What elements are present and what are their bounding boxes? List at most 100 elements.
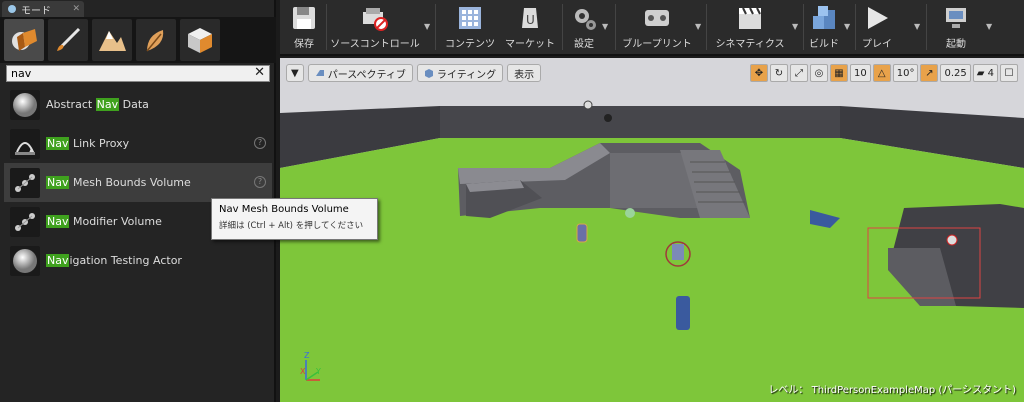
marketplace-button[interactable]: U マーケット [502, 2, 558, 53]
grid-icon: ▦ [834, 67, 844, 79]
scale-arrow-icon: ↗ [925, 67, 934, 79]
scale-icon: ⤢ [795, 67, 803, 79]
globe-icon: ◎ [814, 67, 824, 79]
chevron-down-icon[interactable]: ▼ [986, 22, 992, 31]
modes-tab-icon [8, 5, 16, 13]
world-local-toggle[interactable]: ◎ [810, 64, 828, 82]
blueprint-icon [645, 10, 669, 26]
toolbar-separator [615, 4, 616, 50]
build-blocks-icon [813, 6, 835, 29]
launch-button[interactable]: 起動 [938, 2, 974, 53]
rotation-snap-value[interactable]: 10° [892, 64, 919, 82]
toolbar-separator [926, 4, 927, 50]
toolbar-separator [562, 4, 563, 50]
toolbar-separator [435, 4, 436, 50]
scale-snap-toggle[interactable]: ↗ [920, 64, 939, 82]
launch-monitor-icon [946, 8, 966, 28]
chevron-down-icon[interactable]: ▼ [424, 22, 430, 31]
viewport-toolbar-right: ✥ ↻ ⤢ ◎ ▦ 10 △ 10° ↗ 0.25 ▰ 4 ☐ [750, 64, 1018, 82]
translate-tool-button[interactable]: ✥ [750, 64, 768, 82]
chevron-down-icon[interactable]: ▼ [792, 22, 798, 31]
grid-snap-toggle[interactable]: ▦ [830, 64, 848, 82]
geometry-mode-button[interactable] [180, 19, 220, 61]
rotate-icon: ↻ [774, 67, 784, 79]
paint-mode-button[interactable] [48, 19, 88, 61]
clapperboard-icon [739, 7, 761, 29]
chevron-down-icon[interactable]: ▼ [844, 22, 850, 31]
svg-text:X: X [300, 367, 306, 376]
foliage-mode-button[interactable] [136, 19, 176, 61]
marketplace-icon: U [522, 8, 538, 28]
result-label: Nav Mesh Bounds Volume [46, 176, 191, 189]
search-box: ✕ [6, 65, 270, 82]
mountain-icon [99, 31, 126, 51]
modes-tab[interactable]: モード ✕ [2, 1, 84, 17]
camera-speed-button[interactable]: ▰ 4 [972, 64, 998, 82]
close-icon[interactable]: ✕ [72, 4, 80, 14]
blueprints-button[interactable]: ブループリント [620, 2, 694, 53]
leaf-icon [146, 30, 164, 52]
help-icon[interactable]: ? [254, 176, 266, 188]
scale-tool-button[interactable]: ⤢ [790, 64, 808, 82]
result-label: Nav Link Proxy [46, 137, 130, 150]
place-cube-icon [12, 29, 37, 51]
chevron-down-icon[interactable]: ▼ [602, 22, 608, 31]
result-navigation-testing-actor[interactable]: Navigation Testing Actor [4, 241, 272, 280]
search-results-list: Abstract Nav Data Nav Link Proxy ? Nav M… [4, 85, 272, 280]
source-control-button[interactable]: ソースコントロール [328, 2, 422, 53]
result-nav-mesh-bounds-volume[interactable]: Nav Mesh Bounds Volume ? [4, 163, 272, 202]
result-label: Nav Modifier Volume [46, 215, 162, 228]
landscape-mode-button[interactable] [92, 19, 132, 61]
svg-text:U: U [526, 13, 535, 27]
camera-icon: ▰ [976, 67, 985, 79]
tooltip-title: Nav Mesh Bounds Volume [219, 204, 349, 215]
search-input[interactable] [11, 67, 241, 80]
result-label: Abstract Nav Data [46, 98, 149, 111]
perspective-button[interactable]: パースペクティブ [307, 64, 413, 82]
mode-strip [0, 17, 276, 63]
geometry-icon [188, 28, 212, 53]
build-button[interactable]: ビルド [806, 2, 842, 53]
clear-search-icon[interactable]: ✕ [254, 65, 265, 80]
save-button[interactable]: 保存 [284, 2, 324, 53]
rotate-tool-button[interactable]: ↻ [770, 64, 788, 82]
play-button[interactable]: プレイ [860, 2, 894, 53]
content-grid-icon [459, 7, 481, 29]
chevron-down-icon[interactable]: ▼ [914, 22, 920, 31]
rotation-snap-toggle[interactable]: △ [872, 64, 891, 82]
help-icon[interactable]: ? [254, 137, 266, 149]
show-button[interactable]: 表示 [507, 64, 542, 82]
cinematics-button[interactable]: シネマティクス [710, 2, 790, 53]
toolbar-separator [855, 4, 856, 50]
settings-button[interactable]: 設定 [566, 2, 602, 53]
viewport-toolbar-left: ▼ パースペクティブ ライティング 表示 [286, 64, 542, 82]
level-label: レベル： ThirdPersonExampleMap (パーシスタント) [768, 385, 1016, 396]
axis-gizmo: Z X Y [300, 351, 321, 381]
tooltip-hint: 詳細は (Ctrl + Alt) を押してください [219, 221, 364, 231]
level-viewport[interactable]: ▼ パースペクティブ ライティング 表示 ✥ ↻ ⤢ ◎ ▦ 10 △ 10° … [280, 58, 1024, 402]
viewport-options-button[interactable]: ▼ [286, 64, 304, 82]
lighting-button[interactable]: ライティング [416, 64, 504, 82]
tooltip: Nav Mesh Bounds Volume 詳細は (Ctrl + Alt) … [211, 198, 378, 240]
maximize-viewport-button[interactable]: ☐ [1000, 64, 1018, 82]
svg-text:Y: Y [315, 367, 321, 376]
maximize-icon: ☐ [1004, 67, 1014, 79]
nav-link-icon [10, 128, 40, 159]
main-toolbar: 保存 ソースコントロール ▼ コンテンツ U マーケット 設定 ▼ ブループリン… [280, 0, 1024, 56]
scale-snap-value[interactable]: 0.25 [940, 64, 971, 82]
toolbar-separator [706, 4, 707, 50]
chevron-down-icon: ▼ [291, 67, 299, 79]
grid-snap-value[interactable]: 10 [850, 64, 871, 82]
volume-icon [10, 167, 40, 198]
play-icon [868, 7, 888, 29]
result-abstract-nav-data[interactable]: Abstract Nav Data [4, 85, 272, 124]
chevron-down-icon[interactable]: ▼ [695, 22, 701, 31]
place-mode-button[interactable] [4, 19, 44, 61]
lit-cube-icon [424, 69, 433, 78]
source-control-icon [363, 8, 388, 31]
floppy-disk-icon [293, 7, 315, 29]
sphere-icon [10, 89, 40, 120]
perspective-icon [315, 70, 324, 76]
result-nav-link-proxy[interactable]: Nav Link Proxy ? [4, 124, 272, 163]
content-button[interactable]: コンテンツ [440, 2, 500, 53]
